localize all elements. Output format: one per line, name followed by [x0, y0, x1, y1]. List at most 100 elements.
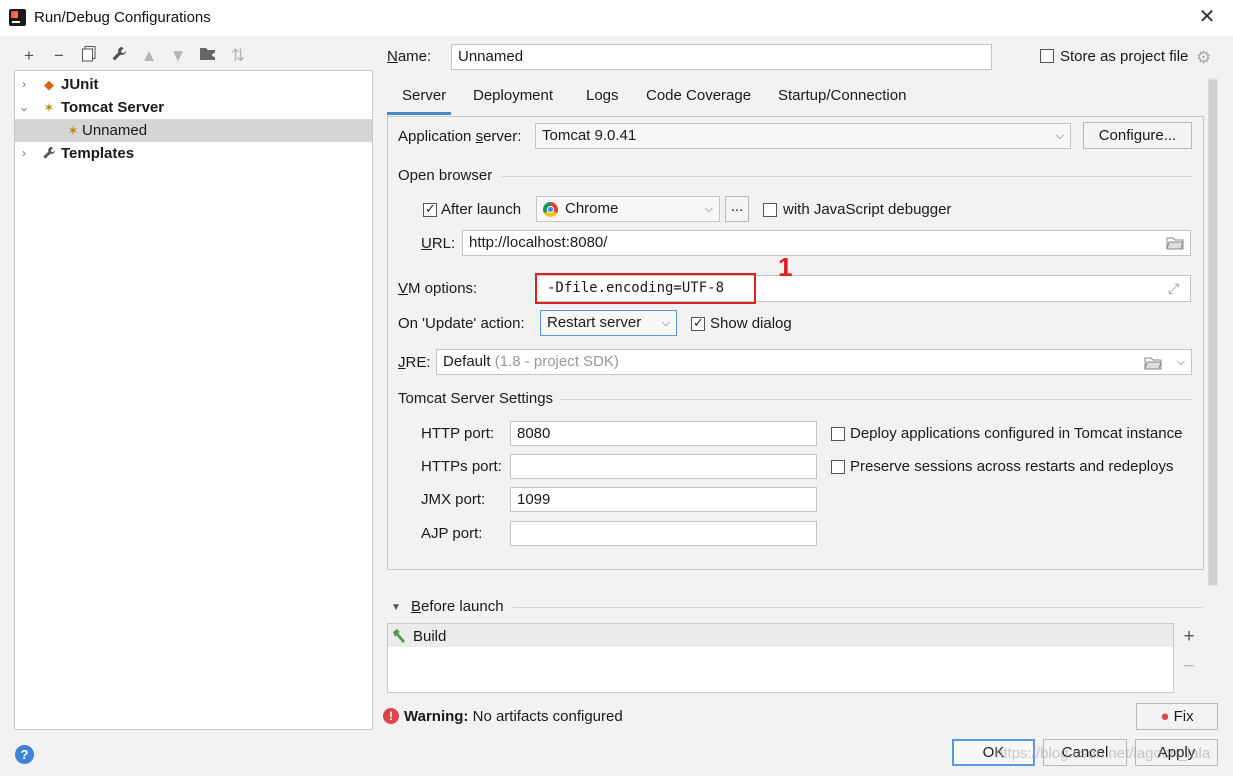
- vm-options-label: VM options:: [398, 280, 478, 297]
- app-server-select[interactable]: Tomcat 9.0.41 ⌵: [535, 123, 1071, 149]
- chevron-down-icon: ⌵: [661, 317, 670, 329]
- tree-item-label: Unnamed: [82, 122, 148, 139]
- js-debugger-label: with JavaScript debugger: [783, 201, 952, 218]
- jre-label: JRE:: [398, 354, 431, 371]
- tree-item-tomcat-server[interactable]: ⌄ ✶ Tomcat Server: [15, 96, 372, 119]
- show-dialog-checkbox[interactable]: [691, 315, 705, 331]
- js-debugger-checkbox[interactable]: [763, 203, 777, 217]
- ajp-port-input[interactable]: [510, 521, 817, 546]
- move-down-icon[interactable]: ▼: [168, 46, 188, 66]
- remove-icon[interactable]: −: [49, 46, 69, 66]
- help-icon[interactable]: ?: [15, 745, 34, 764]
- warning-message: Warning: No artifacts configured: [404, 708, 623, 725]
- preserve-sessions-checkbox[interactable]: [831, 460, 845, 474]
- collapse-icon[interactable]: ▼: [391, 602, 401, 613]
- tab-startup-connection[interactable]: Startup/Connection: [778, 87, 906, 104]
- browser-settings-button[interactable]: ...: [725, 196, 749, 222]
- on-update-select[interactable]: Restart server ⌵: [540, 310, 677, 336]
- sort-icon[interactable]: ⇅: [228, 46, 248, 66]
- https-port-label: HTTPs port:: [421, 458, 502, 475]
- tomcat-settings-label: Tomcat Server Settings: [398, 390, 554, 407]
- new-folder-icon[interactable]: [198, 46, 218, 66]
- annotation-number: 1: [778, 252, 793, 282]
- add-icon[interactable]: +: [19, 46, 39, 66]
- junit-icon: ◆: [44, 77, 54, 92]
- gear-icon[interactable]: ⚙: [1196, 48, 1211, 68]
- error-icon: !: [383, 708, 399, 724]
- ajp-port-label: AJP port:: [421, 525, 483, 542]
- app-server-label: Application server:: [398, 128, 522, 145]
- remove-icon[interactable]: −: [1175, 656, 1203, 678]
- expand-icon[interactable]: ⤢: [1168, 280, 1179, 297]
- tree-item-label: JUnit: [61, 76, 99, 93]
- tree-item-junit[interactable]: › ◆ JUnit: [15, 73, 372, 96]
- chevron-down-icon: ⌵: [1176, 356, 1185, 368]
- separator: [560, 399, 1192, 400]
- app-server-value: Tomcat 9.0.41: [542, 127, 637, 144]
- separator: [513, 607, 1203, 608]
- https-port-input[interactable]: [510, 454, 817, 479]
- http-port-input[interactable]: 8080: [510, 421, 817, 446]
- warning-prefix: Warning:: [404, 708, 469, 725]
- chevron-right-icon[interactable]: ›: [18, 142, 30, 165]
- fix-label: Fix: [1173, 708, 1194, 725]
- browser-value: Chrome: [565, 200, 619, 217]
- store-project-checkbox[interactable]: [1040, 49, 1054, 63]
- list-item[interactable]: [388, 624, 1173, 647]
- jre-hint: (1.8 - project SDK): [494, 353, 619, 370]
- jmx-port-input[interactable]: 1099: [510, 487, 817, 512]
- jre-value: Default: [443, 353, 491, 370]
- url-input[interactable]: http://localhost:8080/: [462, 230, 1191, 256]
- chevron-right-icon[interactable]: ›: [18, 73, 30, 96]
- open-browser-label: Open browser: [398, 167, 493, 184]
- after-launch-label: After launch: [441, 201, 522, 218]
- build-label: Build: [413, 628, 447, 645]
- active-tab-indicator: [387, 112, 451, 115]
- error-icon: ●: [1160, 708, 1170, 725]
- jre-select[interactable]: Default (1.8 - project SDK) ⌵: [436, 349, 1192, 375]
- watermark: https://blog.csdn.net/lagoon_lala: [995, 745, 1211, 762]
- chrome-icon: [543, 202, 558, 217]
- configure-button[interactable]: Configure...: [1083, 122, 1192, 149]
- warning-text: No artifacts configured: [472, 708, 623, 725]
- tree-item-unnamed[interactable]: ✶ Unnamed: [15, 119, 372, 142]
- annotation-box: [535, 273, 756, 304]
- fix-button[interactable]: ● Fix: [1136, 703, 1218, 730]
- name-label: Name:: [387, 48, 432, 65]
- config-tree: › ◆ JUnit ⌄ ✶ Tomcat Server ✶ Unnamed › …: [14, 70, 373, 730]
- on-update-value: Restart server: [547, 314, 642, 331]
- hammer-icon: [391, 628, 407, 648]
- tree-item-templates[interactable]: › Templates: [15, 142, 372, 165]
- window-title: Run/Debug Configurations: [34, 9, 211, 26]
- add-icon[interactable]: +: [1175, 626, 1203, 648]
- wrench-icon: [41, 146, 57, 162]
- http-port-label: HTTP port:: [421, 425, 495, 442]
- folder-icon[interactable]: [1166, 236, 1184, 254]
- tomcat-config-icon: ✶: [67, 123, 79, 138]
- move-up-icon[interactable]: ▲: [139, 46, 159, 66]
- intellij-app-icon: [9, 9, 26, 26]
- close-icon[interactable]: ✕: [1196, 6, 1218, 28]
- chevron-down-icon: ⌵: [704, 203, 713, 215]
- url-label: URL:: [421, 235, 456, 252]
- tree-item-label: Tomcat Server: [61, 99, 165, 116]
- tab-logs[interactable]: Logs: [586, 87, 619, 104]
- tab-deployment[interactable]: Deployment: [473, 87, 553, 104]
- tab-code-coverage[interactable]: Code Coverage: [646, 87, 751, 104]
- on-update-label: On 'Update' action:: [398, 315, 525, 332]
- chevron-down-icon[interactable]: ⌄: [18, 96, 30, 119]
- copy-icon[interactable]: [79, 46, 99, 66]
- tab-server[interactable]: Server: [402, 87, 446, 104]
- before-launch-label: Before launch: [411, 598, 504, 615]
- scrollbar-thumb[interactable]: [1209, 80, 1217, 585]
- wrench-icon[interactable]: [109, 46, 129, 66]
- deploy-apps-checkbox[interactable]: [831, 427, 845, 441]
- browser-select[interactable]: Chrome ⌵: [536, 196, 720, 222]
- separator: [502, 176, 1192, 177]
- name-input[interactable]: Unnamed: [451, 44, 992, 70]
- jmx-port-label: JMX port:: [421, 491, 486, 508]
- folder-icon[interactable]: [1144, 356, 1162, 374]
- show-dialog-label: Show dialog: [710, 315, 792, 332]
- after-launch-checkbox[interactable]: [423, 201, 437, 217]
- tomcat-icon: ✶: [43, 100, 55, 115]
